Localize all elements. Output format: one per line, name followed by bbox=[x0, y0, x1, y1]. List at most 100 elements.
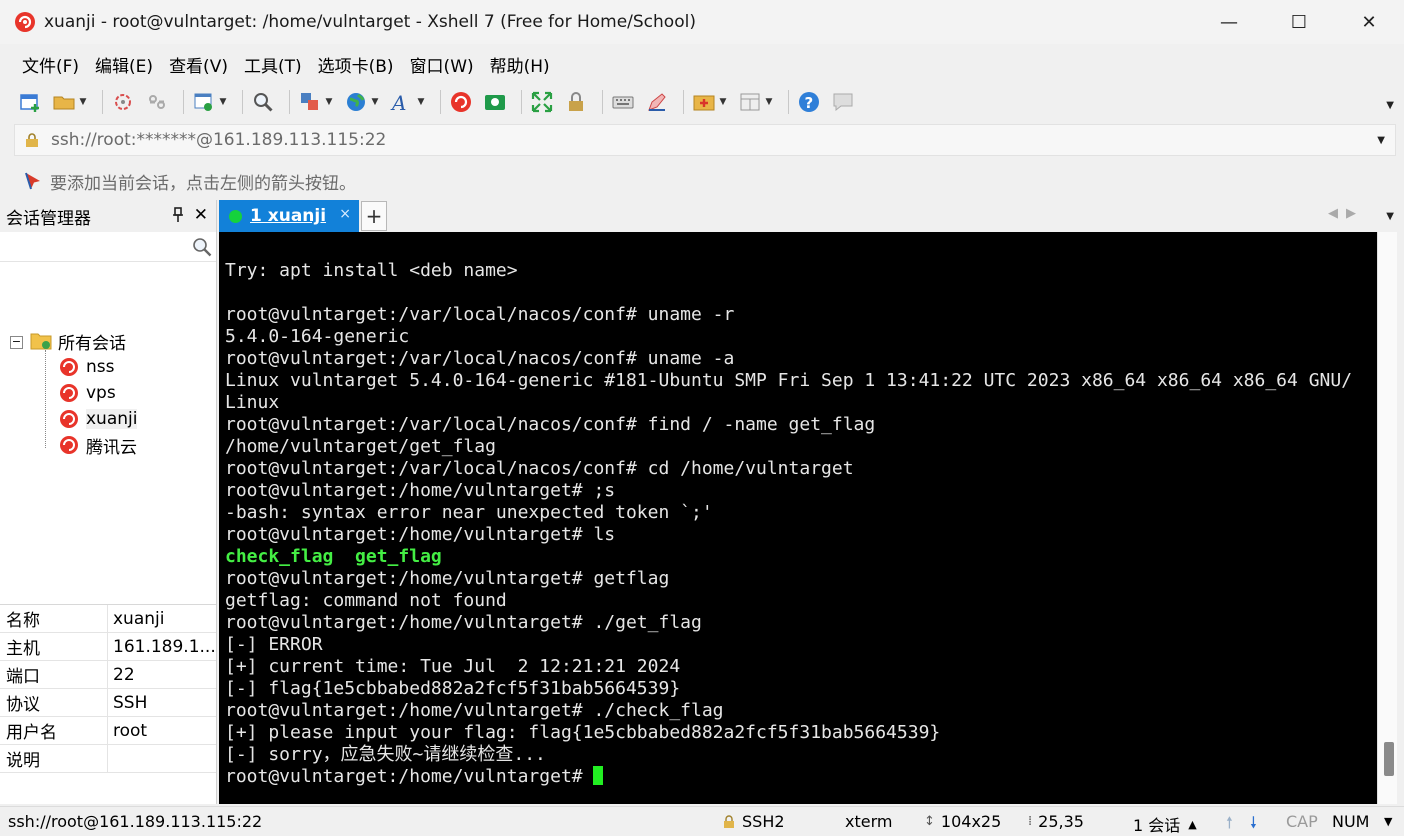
add-tab-dropdown-icon[interactable]: ▼ bbox=[718, 88, 728, 116]
terminal-line: root@vulntarget:/var/local/nacos/conf# u… bbox=[225, 348, 1352, 370]
toolbar-separator bbox=[683, 90, 684, 114]
session-properties: 名称 xuanji 主机 161.189.1... 端口 22 协议 SSH 用… bbox=[0, 604, 216, 773]
toolbar-overflow-icon[interactable]: ▼ bbox=[1386, 100, 1394, 111]
tree-session-tencent[interactable]: 腾讯云 bbox=[58, 432, 137, 458]
terminal-line-text: root@vulntarget:/home/vulntarget# bbox=[225, 766, 594, 787]
font-icon[interactable]: A bbox=[388, 88, 416, 116]
terminal-line: [-] ERROR bbox=[225, 634, 1352, 656]
menu-tabs[interactable]: 选项卡(B) bbox=[310, 52, 402, 77]
find-icon[interactable] bbox=[249, 88, 277, 116]
layout-dropdown-icon[interactable]: ▼ bbox=[764, 88, 774, 116]
svg-text:A: A bbox=[390, 91, 406, 114]
tab-xuanji[interactable]: 1 xuanji × bbox=[219, 200, 359, 232]
globe-dropdown-icon[interactable]: ▼ bbox=[370, 88, 380, 116]
globe-icon[interactable] bbox=[342, 88, 370, 116]
terminal-line: getflag: command not found bbox=[225, 590, 1352, 612]
terminal-line-text: Linux bbox=[225, 392, 280, 413]
prop-row-port: 端口 22 bbox=[0, 661, 216, 689]
prop-key: 主机 bbox=[0, 633, 108, 660]
status-sessions-text: 1 会话 bbox=[1133, 816, 1181, 835]
terminal-line: /home/vulntarget/get_flag bbox=[225, 436, 1352, 458]
terminal-line-text: root@vulntarget:/home/vulntarget# getfla… bbox=[225, 568, 670, 589]
resize-icon: ↕ bbox=[924, 814, 935, 829]
xftp-icon[interactable] bbox=[481, 88, 509, 116]
session-label: vps bbox=[86, 383, 116, 403]
address-dropdown-icon[interactable]: ▼ bbox=[1377, 135, 1385, 146]
new-tab-button[interactable]: + bbox=[361, 201, 387, 231]
tree-session-vps[interactable]: vps bbox=[58, 380, 116, 406]
tab-menu-icon[interactable]: ▼ bbox=[1386, 211, 1394, 222]
help-icon[interactable]: ? bbox=[795, 88, 823, 116]
maximize-button[interactable]: ☐ bbox=[1264, 0, 1334, 44]
close-panel-icon[interactable]: ✕ bbox=[194, 205, 208, 225]
terminal-area[interactable]: Try: apt install <deb name> root@vulntarg… bbox=[219, 232, 1377, 804]
open-dropdown-icon[interactable]: ▼ bbox=[78, 88, 88, 116]
fullscreen-icon[interactable] bbox=[528, 88, 556, 116]
toolbar-separator bbox=[788, 90, 789, 114]
layout-icon[interactable] bbox=[736, 88, 764, 116]
properties-icon[interactable] bbox=[190, 88, 218, 116]
scroll-up-icon[interactable]: 🠕 bbox=[1226, 812, 1233, 836]
pin-icon[interactable] bbox=[172, 207, 184, 227]
status-bar: ssh://root@161.189.113.115:22 SSH2 xterm… bbox=[0, 806, 1404, 836]
prop-value: 161.189.1... bbox=[108, 633, 216, 660]
terminal-line-text: [+] current time: Tue Jul 2 12:21:21 202… bbox=[225, 656, 681, 677]
status-cursor-text: 25,35 bbox=[1038, 812, 1084, 831]
highlight-icon[interactable] bbox=[643, 88, 671, 116]
terminal-scrollbar[interactable] bbox=[1377, 232, 1397, 804]
reconnect-icon[interactable] bbox=[109, 88, 137, 116]
transfer-dropdown-icon[interactable]: ▼ bbox=[324, 88, 334, 116]
cursor-position-icon: ⁞ bbox=[1028, 814, 1033, 829]
font-dropdown-icon[interactable]: ▼ bbox=[416, 88, 426, 116]
keyboard-icon[interactable] bbox=[609, 88, 637, 116]
transfer-icon[interactable] bbox=[296, 88, 324, 116]
xshell-logo-icon bbox=[15, 12, 35, 32]
terminal-line: [+] please input your flag: flag{1e5cbba… bbox=[225, 722, 1352, 744]
scroll-down-icon[interactable]: 🠗 bbox=[1250, 812, 1257, 836]
add-session-arrow-icon[interactable] bbox=[22, 170, 44, 192]
menu-tools[interactable]: 工具(T) bbox=[236, 52, 310, 77]
prop-value: xuanji bbox=[108, 605, 216, 632]
status-menu-icon[interactable]: ▼ bbox=[1384, 815, 1392, 828]
tree-session-xuanji[interactable]: xuanji bbox=[58, 406, 138, 432]
terminal-line: root@vulntarget:/home/vulntarget# ls bbox=[225, 524, 1352, 546]
prop-value bbox=[108, 745, 216, 772]
properties-dropdown-icon[interactable]: ▼ bbox=[218, 88, 228, 116]
chat-icon[interactable] bbox=[829, 88, 857, 116]
search-icon[interactable] bbox=[192, 237, 212, 257]
minimize-button[interactable]: — bbox=[1194, 0, 1264, 44]
disconnect-icon[interactable] bbox=[143, 88, 171, 116]
lock-icon[interactable] bbox=[562, 88, 590, 116]
title-bar: xuanji - root@vulntarget: /home/vulntarg… bbox=[0, 0, 1404, 44]
menu-file[interactable]: 文件(F) bbox=[14, 52, 87, 77]
prop-value: root bbox=[108, 717, 216, 744]
open-folder-icon[interactable] bbox=[50, 88, 78, 116]
session-icon bbox=[58, 408, 80, 430]
terminal-line: [-] sorry，应急失败~请继续检查... bbox=[225, 744, 1352, 766]
xshell-icon[interactable] bbox=[447, 88, 475, 116]
menu-window[interactable]: 窗口(W) bbox=[402, 52, 482, 77]
menu-edit[interactable]: 编辑(E) bbox=[87, 52, 161, 77]
collapse-toggle[interactable]: − bbox=[10, 336, 23, 349]
terminal-cursor bbox=[593, 766, 604, 785]
menu-view[interactable]: 查看(V) bbox=[161, 52, 236, 77]
terminal-line-text: root@vulntarget:/home/vulntarget# ./chec… bbox=[225, 700, 724, 721]
terminal-line: root@vulntarget:/home/vulntarget# ;s bbox=[225, 480, 1352, 502]
close-button[interactable]: ✕ bbox=[1334, 0, 1404, 44]
new-session-icon[interactable] bbox=[16, 88, 44, 116]
tab-nav-arrows-icon[interactable]: ◀▶ bbox=[1328, 206, 1364, 221]
address-text[interactable]: ssh://root:*******@161.189.113.115:22 bbox=[51, 130, 386, 150]
terminal-line: -bash: syntax error near unexpected toke… bbox=[225, 502, 1352, 524]
scrollbar-thumb[interactable] bbox=[1384, 742, 1394, 776]
status-terminal-type: xterm bbox=[845, 812, 893, 831]
tree-session-nss[interactable]: nss bbox=[58, 354, 115, 380]
terminal-line: root@vulntarget:/home/vulntarget# ./get_… bbox=[225, 612, 1352, 634]
terminal-line: Linux vulntarget 5.4.0-164-generic #181-… bbox=[225, 370, 1352, 392]
menu-help[interactable]: 帮助(H) bbox=[482, 52, 558, 77]
tab-close-icon[interactable]: × bbox=[339, 206, 351, 222]
address-bar[interactable]: ssh://root:*******@161.189.113.115:22 ▼ bbox=[14, 124, 1396, 156]
add-tab-icon[interactable] bbox=[690, 88, 718, 116]
status-sessions[interactable]: 1 会话 ▲ bbox=[1133, 812, 1197, 836]
session-search-input[interactable] bbox=[4, 235, 190, 259]
tree-root-folder[interactable]: 所有会话 bbox=[30, 328, 126, 354]
